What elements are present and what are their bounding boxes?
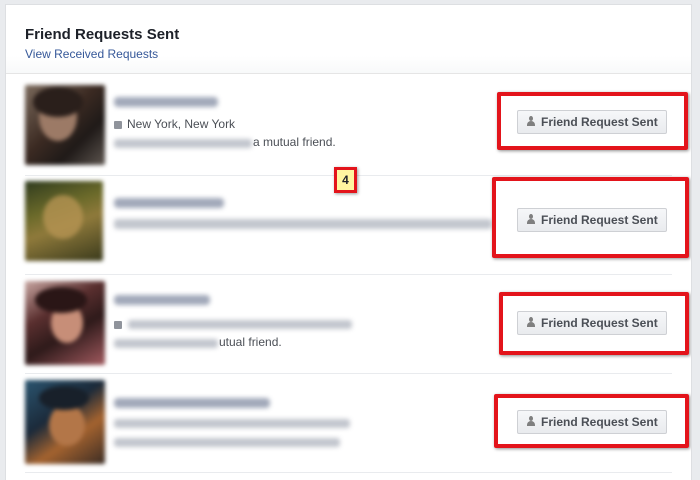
friend-request-sent-button[interactable]: Friend Request Sent xyxy=(517,110,667,134)
friend-request-sent-button[interactable]: Friend Request Sent xyxy=(517,311,667,335)
friend-request-icon xyxy=(526,317,536,328)
friend-request-icon xyxy=(526,116,536,127)
avatar[interactable] xyxy=(25,281,105,365)
view-received-requests-link[interactable]: View Received Requests xyxy=(25,47,158,61)
button-label: Friend Request Sent xyxy=(541,415,658,429)
redacted-text xyxy=(114,419,350,428)
page-title: Friend Requests Sent xyxy=(25,26,180,43)
redacted-text xyxy=(114,339,218,348)
button-label: Friend Request Sent xyxy=(541,316,658,330)
avatar[interactable] xyxy=(25,85,105,165)
row-divider xyxy=(25,472,672,473)
step-marker: 4 xyxy=(334,167,357,193)
mutual-friends-text: utual friend. xyxy=(219,335,282,349)
redacted-text xyxy=(114,438,340,447)
name-redacted[interactable] xyxy=(114,97,218,107)
name-redacted[interactable] xyxy=(114,295,210,305)
location-text: New York, New York xyxy=(127,117,236,131)
name-redacted[interactable] xyxy=(114,398,270,408)
avatar[interactable] xyxy=(25,380,105,464)
redacted-text xyxy=(114,219,492,229)
name-redacted[interactable] xyxy=(114,198,224,208)
request-row: Friend Request Sent xyxy=(6,374,691,473)
button-label: Friend Request Sent xyxy=(541,115,658,129)
redacted-text xyxy=(128,320,352,329)
request-row: utual friend. Friend Request Sent xyxy=(6,275,691,374)
avatar[interactable] xyxy=(25,181,103,261)
friend-request-sent-button[interactable]: Friend Request Sent xyxy=(517,410,667,434)
location-pin-icon xyxy=(114,121,122,129)
button-label: Friend Request Sent xyxy=(541,213,658,227)
panel-header: Friend Requests Sent View Received Reque… xyxy=(6,5,691,74)
redacted-text xyxy=(114,139,252,148)
friend-request-sent-button[interactable]: Friend Request Sent xyxy=(517,208,667,232)
mutual-friends-text: a mutual friend. xyxy=(253,135,336,149)
friend-request-icon xyxy=(526,214,536,225)
request-row: New York, New York a mutual friend. Frie… xyxy=(6,77,691,176)
briefcase-icon xyxy=(114,321,122,329)
friend-request-icon xyxy=(526,416,536,427)
friend-requests-panel: Friend Requests Sent View Received Reque… xyxy=(5,4,692,480)
